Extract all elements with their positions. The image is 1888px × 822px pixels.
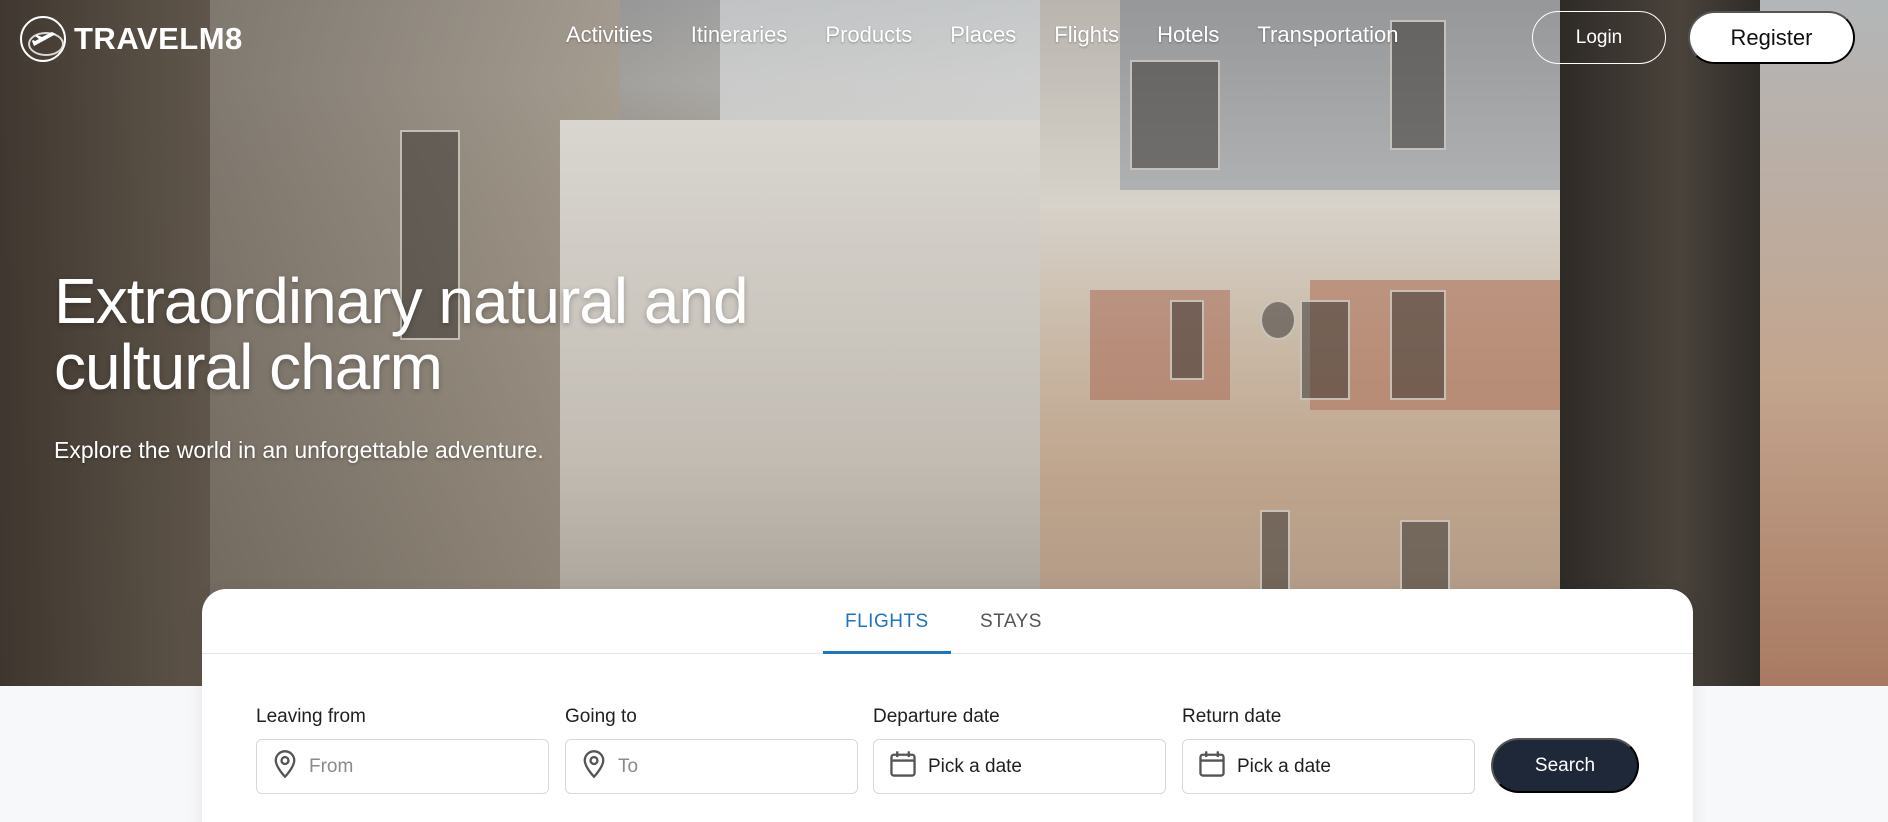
map-pin-icon	[580, 749, 608, 784]
hero-photo-window	[1130, 60, 1220, 170]
hero-subheadline: Explore the world in an unforgettable ad…	[54, 437, 544, 463]
hero-photo-window	[1300, 300, 1350, 400]
nav-activities-link[interactable]: Activities	[566, 22, 653, 48]
going-to-field: Going to To	[565, 706, 858, 794]
register-button[interactable]: Register	[1688, 11, 1855, 64]
hero-photo-brick	[1090, 290, 1230, 400]
return-date-label: Return date	[1182, 706, 1282, 727]
calendar-icon	[1197, 749, 1227, 784]
login-button[interactable]: Login	[1532, 11, 1666, 64]
hero-photo-round-window	[1260, 300, 1296, 340]
hero-banner: TRAVELM8 Activities Itineraries Products…	[0, 0, 1888, 686]
going-to-input[interactable]: To	[565, 739, 858, 794]
search-button[interactable]: Search	[1491, 738, 1639, 793]
nav-products-link[interactable]: Products	[825, 22, 912, 48]
hero-photo-window-frame	[1560, 0, 1760, 686]
calendar-icon	[888, 749, 918, 784]
hero-headline-line: Extraordinary natural and	[54, 265, 749, 337]
hero-photo-window	[1170, 300, 1204, 380]
top-navigation: TRAVELM8 Activities Itineraries Products…	[0, 0, 1888, 74]
leaving-from-placeholder: From	[309, 755, 354, 777]
going-to-placeholder: To	[618, 755, 639, 777]
going-to-label: Going to	[565, 706, 637, 727]
departure-date-label: Departure date	[873, 706, 1000, 727]
nav-flights-link[interactable]: Flights	[1054, 22, 1119, 48]
hero-headline: Extraordinary natural and cultural charm	[54, 268, 814, 400]
return-date-field: Return date Pick a date	[1182, 706, 1475, 794]
nav-places-link[interactable]: Places	[950, 22, 1016, 48]
search-card: FLIGHTS STAYS Leaving from From Going to…	[202, 589, 1693, 822]
departure-date-picker[interactable]: Pick a date	[873, 739, 1166, 794]
hero-photo-window	[1390, 290, 1446, 400]
map-pin-icon	[271, 749, 299, 784]
return-date-picker[interactable]: Pick a date	[1182, 739, 1475, 794]
main-menu: Activities Itineraries Products Places F…	[566, 22, 1398, 48]
globe-plane-icon	[20, 16, 66, 62]
nav-hotels-link[interactable]: Hotels	[1157, 22, 1219, 48]
hero-photo-far-building	[1760, 0, 1888, 686]
active-tab-indicator	[823, 651, 951, 654]
departure-date-value: Pick a date	[928, 755, 1022, 777]
brand-logo[interactable]: TRAVELM8	[20, 16, 243, 62]
tab-flights[interactable]: FLIGHTS	[845, 611, 929, 633]
return-date-value: Pick a date	[1237, 755, 1331, 777]
leaving-from-input[interactable]: From	[256, 739, 549, 794]
nav-itineraries-link[interactable]: Itineraries	[691, 22, 788, 48]
brand-name: TRAVELM8	[74, 21, 243, 56]
hero-headline-line: cultural charm	[54, 331, 443, 403]
tab-stays[interactable]: STAYS	[980, 611, 1042, 633]
departure-date-field: Departure date Pick a date	[873, 706, 1166, 794]
leaving-from-label: Leaving from	[256, 706, 366, 727]
search-tabs: FLIGHTS STAYS	[202, 589, 1693, 654]
leaving-from-field: Leaving from From	[256, 706, 549, 794]
nav-transportation-link[interactable]: Transportation	[1257, 22, 1398, 48]
